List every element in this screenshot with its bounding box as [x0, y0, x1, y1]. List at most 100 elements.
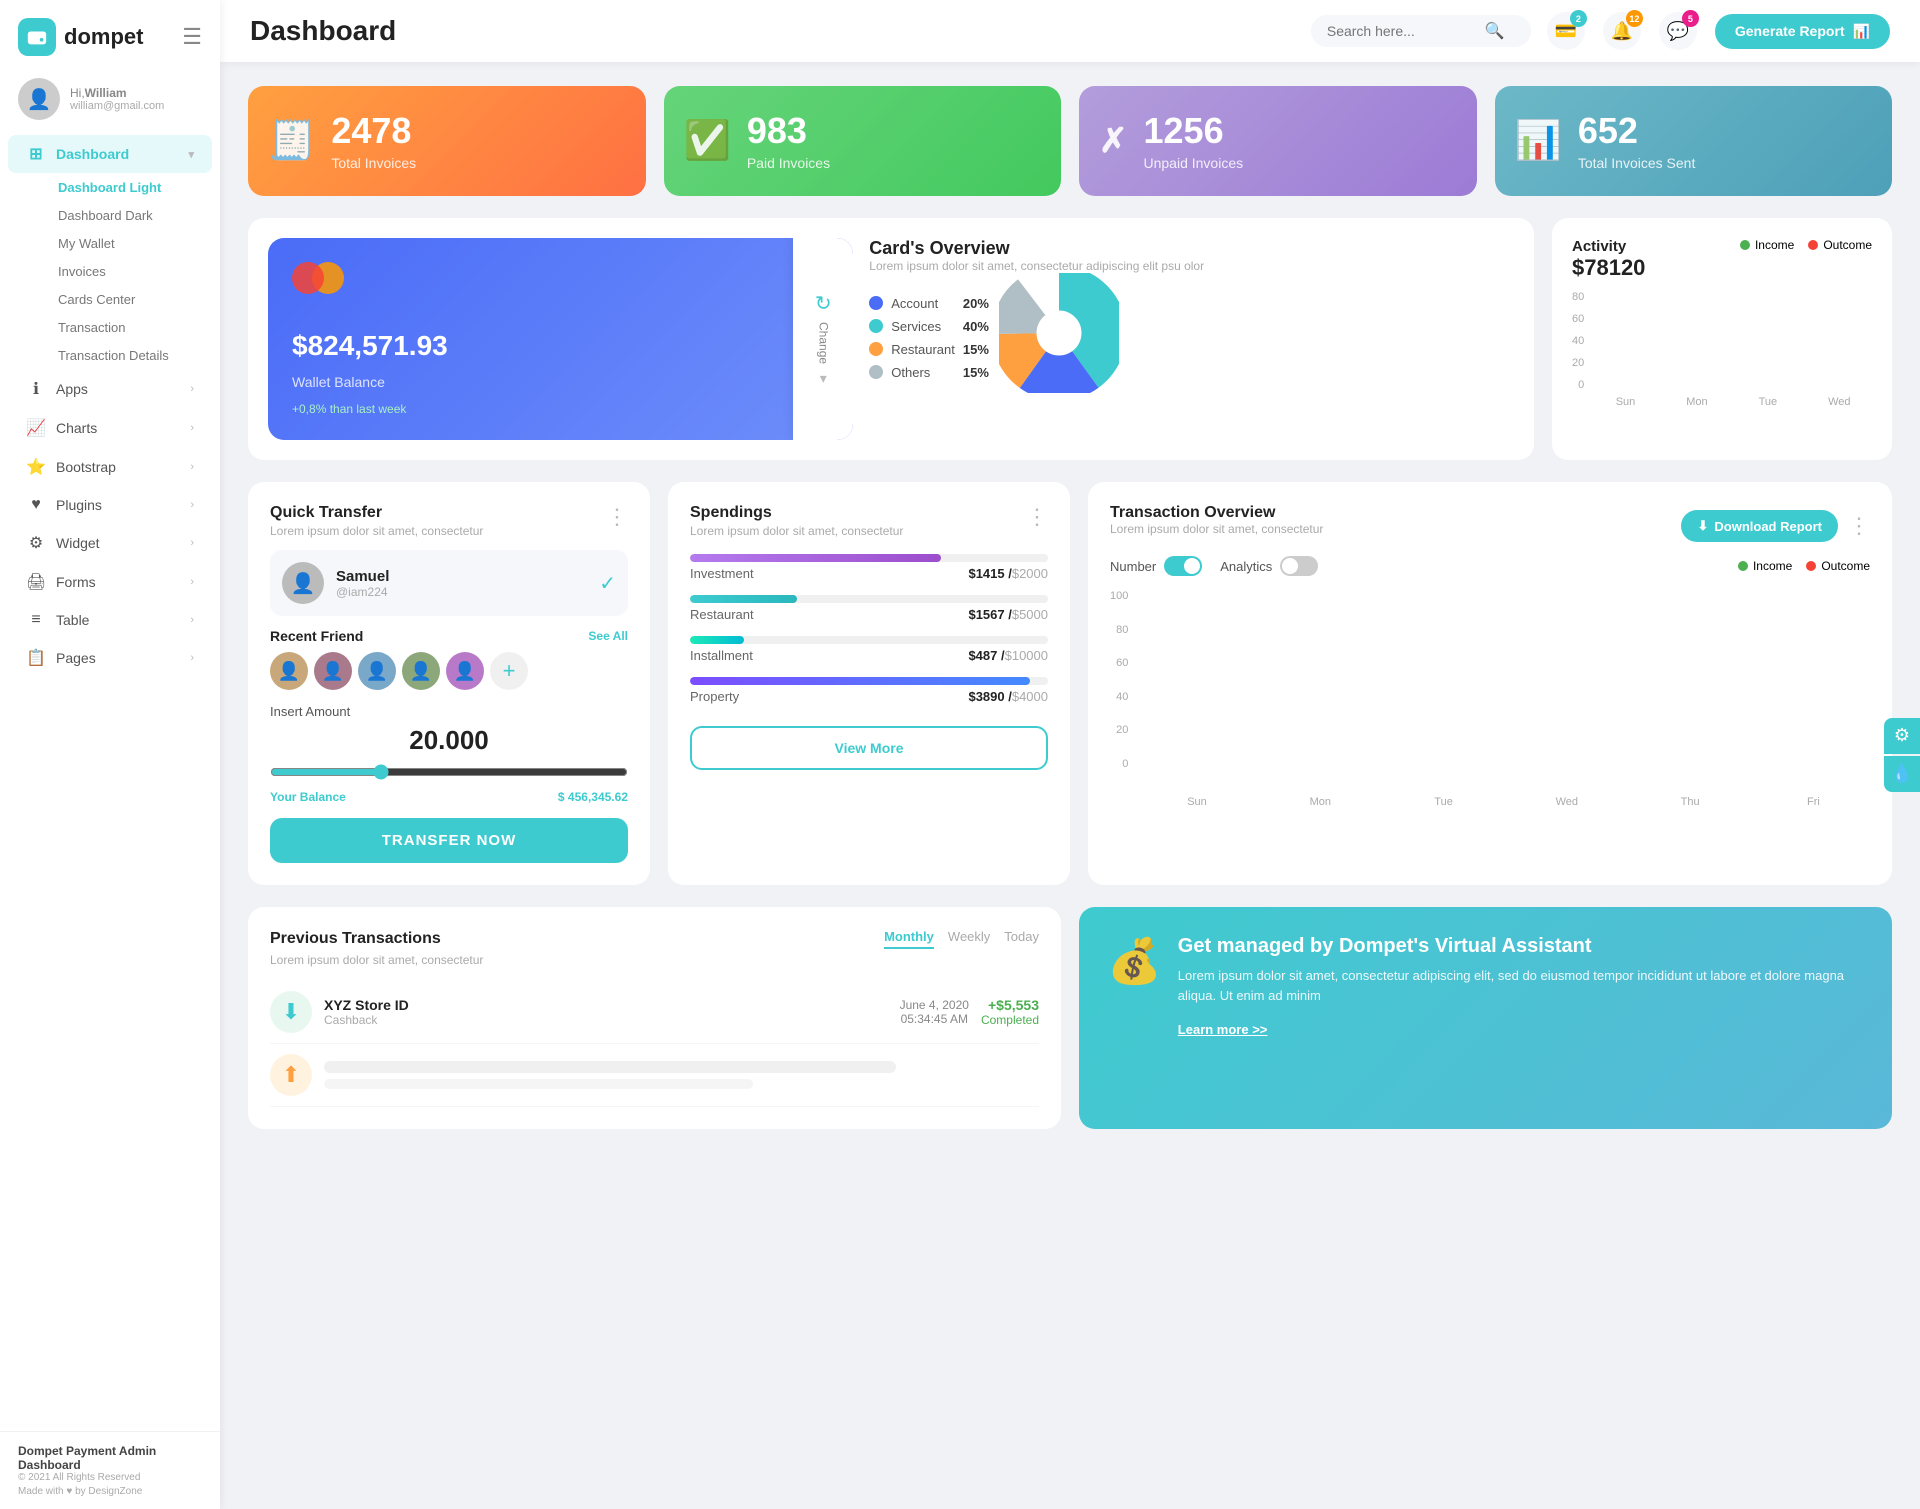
number-toggle[interactable] — [1164, 556, 1202, 576]
submenu-my-wallet[interactable]: My Wallet — [8, 230, 212, 257]
submenu-invoices[interactable]: Invoices — [8, 258, 212, 285]
legend-account: Account 20% — [869, 296, 989, 311]
submenu-dashboard-light[interactable]: Dashboard Light — [8, 174, 212, 201]
user-greeting: Hi,William — [70, 86, 164, 100]
sidebar-item-forms[interactable]: 🖨 Forms › — [8, 563, 212, 601]
activity-x-labels: Sun Mon Tue Wed — [1594, 396, 1872, 408]
chart-bar-icon: 📊 — [1853, 23, 1870, 40]
amount-slider[interactable] — [270, 764, 628, 780]
settings-button[interactable]: ⚙ — [1884, 718, 1920, 754]
virtual-assistant-card: 💰 Get managed by Dompet's Virtual Assist… — [1079, 907, 1892, 1129]
chat-icon-btn[interactable]: 💬 5 — [1659, 12, 1697, 50]
tab-weekly[interactable]: Weekly — [948, 929, 990, 949]
color-picker-button[interactable]: 💧 — [1884, 756, 1920, 792]
sidebar-nav: ⊞ Dashboard ▾ Dashboard Light Dashboard … — [0, 126, 220, 1431]
balance-value: $ 456,345.62 — [558, 790, 628, 804]
plugins-icon: ♥ — [26, 496, 46, 514]
view-more-button[interactable]: View More — [690, 726, 1048, 770]
friend-1: 👤 — [270, 652, 308, 690]
spendings-more-icon[interactable]: ⋮ — [1026, 504, 1048, 530]
friend-2: 👤 — [314, 652, 352, 690]
chevron-right-icon-4: › — [190, 499, 194, 511]
trans-legend: Income Outcome — [1738, 559, 1870, 573]
sidebar-item-bootstrap[interactable]: ⭐ Bootstrap › — [8, 448, 212, 486]
unpaid-invoices-num: 1256 — [1144, 111, 1244, 151]
sidebar-item-widget[interactable]: ⚙ Widget › — [8, 524, 212, 562]
see-all-link[interactable]: See All — [588, 629, 628, 643]
sidebar-item-pages[interactable]: 📋 Pages › — [8, 639, 212, 677]
hamburger-icon[interactable]: ☰ — [182, 24, 202, 50]
others-label: Others — [891, 365, 930, 380]
generate-report-label: Generate Report — [1735, 23, 1845, 39]
mc-left-circle — [292, 262, 324, 294]
chevron-right-icon-5: › — [190, 537, 194, 549]
insert-amount-value: 20.000 — [270, 725, 628, 756]
chevron-down-icon-wallet: ▾ — [820, 370, 827, 387]
restaurant-dot — [869, 342, 883, 356]
widget-icon: ⚙ — [26, 533, 46, 553]
more-options-icon[interactable]: ⋮ — [606, 504, 628, 530]
others-dot — [869, 365, 883, 379]
trans-status: Completed — [981, 1013, 1039, 1027]
tab-monthly[interactable]: Monthly — [884, 929, 934, 949]
transaction-more-icon[interactable]: ⋮ — [1848, 513, 1870, 539]
bell-icon-btn[interactable]: 🔔 12 — [1603, 12, 1641, 50]
wallet-growth: +0,8% than last week — [292, 402, 829, 416]
wallet-change-button[interactable]: ↻ Change ▾ — [793, 238, 853, 440]
prev-transactions-row: Previous Transactions Monthly Weekly Tod… — [248, 907, 1892, 1129]
sidebar-charts-label: Charts — [56, 420, 180, 436]
transfer-user-name: Samuel — [336, 568, 389, 585]
learn-more-link[interactable]: Learn more >> — [1178, 1022, 1268, 1037]
unpaid-invoices-label: Unpaid Invoices — [1144, 155, 1244, 171]
paid-invoices-label: Paid Invoices — [747, 155, 830, 171]
sidebar-item-table[interactable]: ≡ Table › — [8, 602, 212, 638]
sidebar-item-dashboard[interactable]: ⊞ Dashboard ▾ — [8, 135, 212, 173]
wallet-change-label: Change — [816, 322, 830, 364]
search-bar: 🔍 — [1311, 15, 1531, 47]
paid-invoices-icon: ✅ — [684, 119, 731, 163]
analytics-toggle[interactable] — [1280, 556, 1318, 576]
submenu-dashboard-dark[interactable]: Dashboard Dark — [8, 202, 212, 229]
wallet-icon-btn[interactable]: 💳 2 — [1547, 12, 1585, 50]
sidebar-item-apps[interactable]: ℹ Apps › — [8, 370, 212, 408]
wallet-card: $824,571.93 Wallet Balance +0,8% than la… — [268, 238, 853, 440]
activity-title: Activity — [1572, 238, 1645, 255]
spendings-card: Spendings Lorem ipsum dolor sit amet, co… — [668, 482, 1070, 885]
transaction-desc: Lorem ipsum dolor sit amet, consectetur — [1110, 522, 1323, 536]
services-pct: 40% — [963, 319, 989, 334]
search-input[interactable] — [1327, 23, 1477, 39]
wallet-amount: $824,571.93 — [292, 330, 829, 362]
bottom-row: Quick Transfer Lorem ipsum dolor sit ame… — [248, 482, 1892, 885]
sidebar: dompet ☰ 👤 Hi,William william@gmail.com … — [0, 0, 220, 1509]
bell-badge: 12 — [1626, 10, 1643, 27]
tab-today[interactable]: Today — [1004, 929, 1039, 949]
transfer-user-card: 👤 Samuel @iam224 ✓ — [270, 550, 628, 616]
trans-outcome-dot — [1806, 561, 1816, 571]
search-icon: 🔍 — [1485, 21, 1505, 41]
sidebar-item-charts[interactable]: 📈 Charts › — [8, 409, 212, 447]
stat-card-unpaid-invoices: ✗ 1256 Unpaid Invoices — [1079, 86, 1477, 196]
cards-overview-section: Card's Overview Lorem ipsum dolor sit am… — [869, 238, 1514, 440]
stat-cards-row: 🧾 2478 Total Invoices ✅ 983 Paid Invoice… — [248, 86, 1892, 196]
submenu-transaction[interactable]: Transaction — [8, 314, 212, 341]
check-icon: ✓ — [599, 571, 616, 596]
wallet-overview-card: $824,571.93 Wallet Balance +0,8% than la… — [248, 218, 1534, 460]
prev-trans-tabs: Monthly Weekly Today — [884, 929, 1039, 949]
trans-2-name — [324, 1061, 896, 1073]
footer-made: Made with ♥ by DesignZone — [18, 1486, 202, 1497]
friend-4: 👤 — [402, 652, 440, 690]
submenu-transaction-details[interactable]: Transaction Details — [8, 342, 212, 369]
restaurant-pct: 15% — [963, 342, 989, 357]
legend-others: Others 15% — [869, 365, 989, 380]
virtual-assistant-title: Get managed by Dompet's Virtual Assistan… — [1178, 935, 1864, 958]
pie-chart — [999, 273, 1119, 398]
sidebar-item-plugins[interactable]: ♥ Plugins › — [8, 487, 212, 523]
add-friend[interactable]: + — [490, 652, 528, 690]
download-report-button[interactable]: ⬇ Download Report — [1681, 510, 1838, 542]
main-area: Dashboard 🔍 💳 2 🔔 12 💬 5 Generate Report… — [220, 0, 1920, 1509]
trans-sub: Cashback — [324, 1013, 888, 1027]
generate-report-button[interactable]: Generate Report 📊 — [1715, 14, 1890, 49]
income-label: Income — [1755, 238, 1794, 252]
submenu-cards-center[interactable]: Cards Center — [8, 286, 212, 313]
transfer-now-button[interactable]: TRANSFER NOW — [270, 818, 628, 863]
